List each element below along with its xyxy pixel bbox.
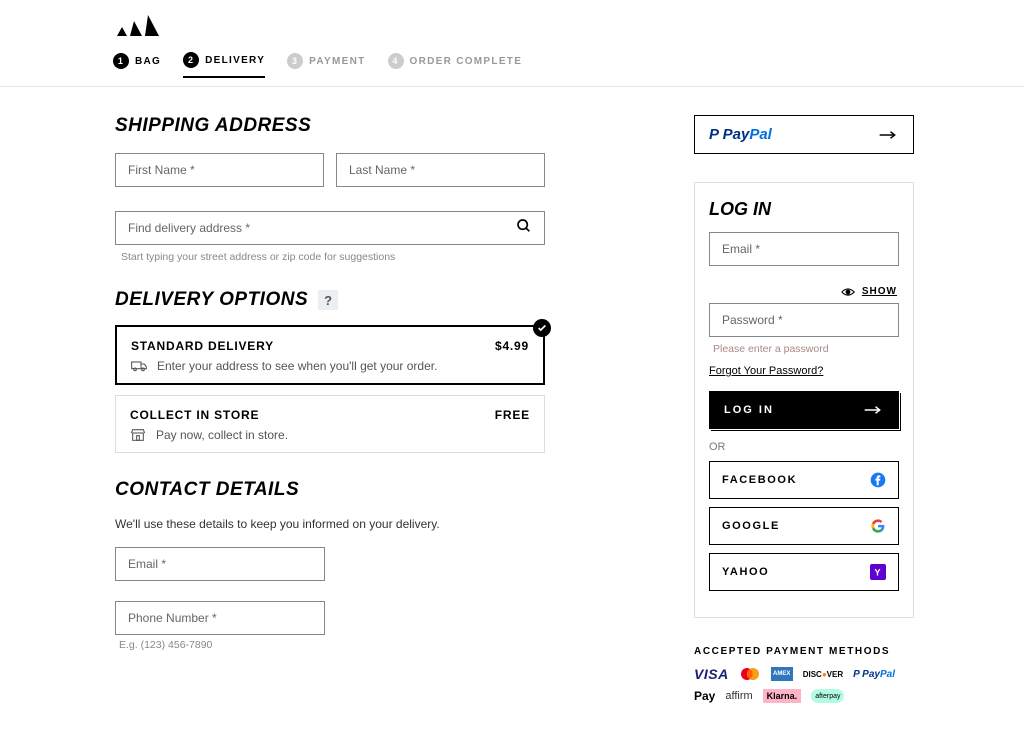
- first-name-field[interactable]: [115, 153, 324, 187]
- accepted-payment-methods: ACCEPTED PAYMENT METHODS VISA AMEX DISC●…: [694, 646, 914, 703]
- password-error: Please enter a password: [713, 343, 899, 355]
- login-password-field[interactable]: [709, 303, 899, 337]
- yahoo-icon: Y: [870, 564, 886, 580]
- delivery-options: DELIVERY OPTIONS ? STANDARD DELIVERY $4.…: [115, 289, 545, 453]
- applepay-icon: Pay: [694, 689, 715, 703]
- afterpay-icon: afterpay: [811, 689, 844, 703]
- login-card: LOG IN SHOW Please enter a password Forg…: [694, 182, 914, 618]
- paypal-button[interactable]: P PayPal: [694, 115, 914, 154]
- klarna-icon: Klarna.: [763, 689, 802, 703]
- sso-facebook[interactable]: FACEBOOK: [709, 461, 899, 499]
- step-delivery[interactable]: 2 DELIVERY: [183, 52, 265, 78]
- contact-title: CONTACT DETAILS: [115, 479, 545, 501]
- help-icon[interactable]: ?: [318, 290, 338, 310]
- check-icon: [533, 319, 551, 337]
- contact-phone-field[interactable]: [115, 601, 325, 635]
- store-icon: [130, 428, 146, 442]
- sso-yahoo[interactable]: YAHOO Y: [709, 553, 899, 591]
- truck-icon: [131, 360, 147, 372]
- discover-icon: DISC●VER: [803, 667, 843, 681]
- step-complete: 4 ORDER COMPLETE: [388, 52, 523, 78]
- arrow-right-icon: [877, 130, 899, 140]
- show-password[interactable]: SHOW: [709, 286, 897, 297]
- affirm-icon: affirm: [725, 689, 752, 703]
- svg-text:Y: Y: [874, 567, 881, 577]
- arrow-right-icon: [862, 405, 884, 415]
- or-divider: OR: [709, 441, 899, 453]
- facebook-icon: [870, 472, 886, 488]
- shipping-title: SHIPPING ADDRESS: [115, 115, 545, 137]
- login-email-field[interactable]: [709, 232, 899, 266]
- adidas-logo[interactable]: [115, 12, 1024, 40]
- checkout-stepper: 1 BAG 2 DELIVERY 3 PAYMENT 4 ORDER COMPL…: [0, 40, 1024, 87]
- google-icon: [870, 518, 886, 534]
- shipping-address: SHIPPING ADDRESS Start typing your stree…: [115, 115, 545, 263]
- delivery-title: DELIVERY OPTIONS: [115, 289, 308, 311]
- search-icon[interactable]: [516, 218, 532, 239]
- option-collect[interactable]: COLLECT IN STORE FREE Pay now, collect i…: [115, 395, 545, 453]
- visa-icon: VISA: [694, 667, 729, 681]
- forgot-password-link[interactable]: Forgot Your Password?: [709, 365, 899, 377]
- step-bag[interactable]: 1 BAG: [113, 52, 161, 78]
- login-button[interactable]: LOG IN: [709, 391, 899, 429]
- contact-details: CONTACT DETAILS We'll use these details …: [115, 479, 545, 651]
- login-title: LOG IN: [709, 199, 899, 220]
- paypal-icon: P PayPal: [853, 667, 895, 681]
- address-hint: Start typing your street address or zip …: [121, 251, 545, 263]
- address-field[interactable]: [115, 211, 545, 245]
- last-name-field[interactable]: [336, 153, 545, 187]
- eye-icon: [840, 287, 856, 297]
- amex-icon: AMEX: [771, 667, 793, 681]
- step-payment: 3 PAYMENT: [287, 52, 365, 78]
- sso-google[interactable]: GOOGLE: [709, 507, 899, 545]
- mastercard-icon: [739, 667, 761, 681]
- option-standard[interactable]: STANDARD DELIVERY $4.99 Enter your addre…: [115, 325, 545, 385]
- contact-email-field[interactable]: [115, 547, 325, 581]
